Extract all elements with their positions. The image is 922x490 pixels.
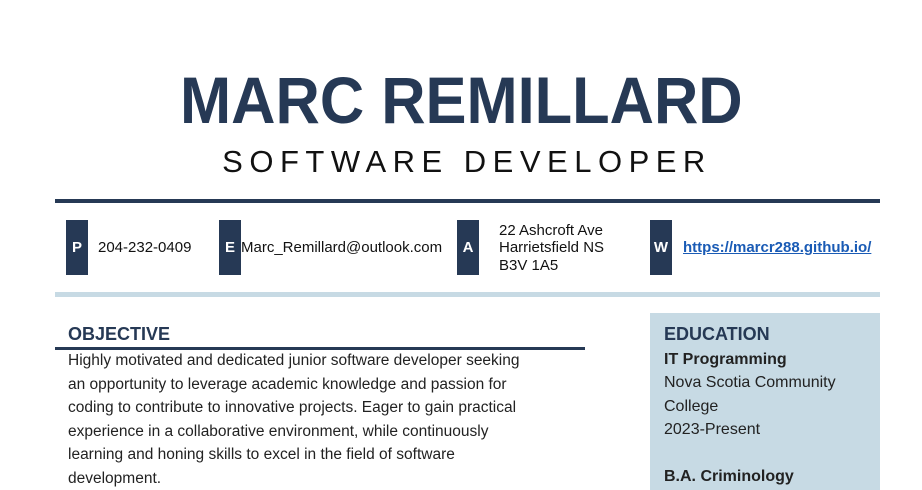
phone-number: 204-232-0409 (98, 239, 192, 256)
header-divider (55, 199, 880, 203)
objective-text: Highly motivated and dedicated junior so… (68, 349, 588, 490)
resume-name: MARC REMILLARD (180, 63, 743, 137)
education-school-line: Nova Scotia Community (664, 374, 836, 391)
education-program: B.A. Criminology (664, 468, 794, 485)
website-link[interactable]: https://marcr288.github.io/ (683, 239, 871, 257)
education-heading: EDUCATION (664, 324, 770, 344)
email-badge: E (219, 220, 241, 275)
address-line-1: 22 Ashcroft Ave (499, 222, 603, 239)
education-school-line: College (664, 398, 719, 415)
address-line-3: B3V 1A5 (499, 257, 559, 274)
objective-line: an opportunity to leverage academic know… (68, 375, 507, 393)
website-badge: W (650, 220, 672, 275)
contact-divider (55, 292, 880, 297)
education-program: IT Programming (664, 351, 787, 368)
objective-line: Highly motivated and dedicated junior so… (68, 352, 520, 369)
education-dates: 2023-Present (664, 421, 761, 438)
job-title: SOFTWARE DEVELOPER (222, 144, 712, 179)
objective-line: development. (68, 469, 162, 487)
phone-badge: P (66, 220, 88, 275)
objective-line: experience in a collaborative environmen… (68, 422, 489, 440)
email-address: Marc_Remillard@outlook.com (241, 239, 443, 256)
objective-heading: OBJECTIVE (68, 324, 171, 344)
objective-line: coding to contribute to innovative proje… (68, 399, 517, 416)
address-line-2: Harrietsfield NS (499, 239, 605, 256)
objective-line: learning and honing skills to excel in t… (68, 446, 455, 463)
address-badge: A (457, 220, 479, 275)
